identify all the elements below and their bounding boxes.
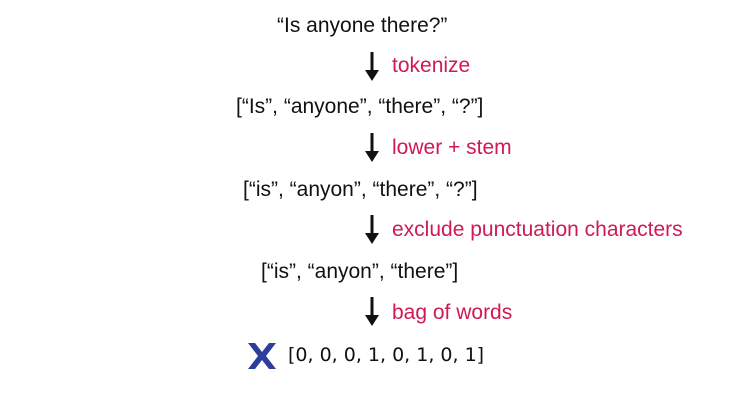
bag-of-words-vector: [0, 0, 0, 1, 0, 1, 0, 1] [288, 344, 485, 366]
down-arrow-icon [365, 215, 379, 244]
step-label-lower-stem: lower + stem [392, 136, 512, 159]
step-label-bag-of-words: bag of words [392, 301, 513, 324]
down-arrow-icon [365, 133, 379, 162]
down-arrow-icon [365, 297, 379, 326]
tokens-raw: [“Is”, “anyone”, “there”, “?”] [236, 95, 484, 118]
down-arrow-icon [365, 52, 379, 81]
x-icon [248, 343, 276, 369]
tokens-filtered: [“is”, “anyon”, “there”] [261, 260, 459, 283]
step-label-tokenize: tokenize [392, 54, 471, 77]
input-sentence: “Is anyone there?” [277, 14, 448, 37]
nlp-preprocessing-diagram: “Is anyone there?” tokenize [“Is”, “anyo… [0, 0, 731, 401]
step-label-exclude-punctuation: exclude punctuation characters [392, 218, 683, 241]
tokens-stemmed: [“is”, “anyon”, “there”, “?”] [243, 178, 478, 201]
